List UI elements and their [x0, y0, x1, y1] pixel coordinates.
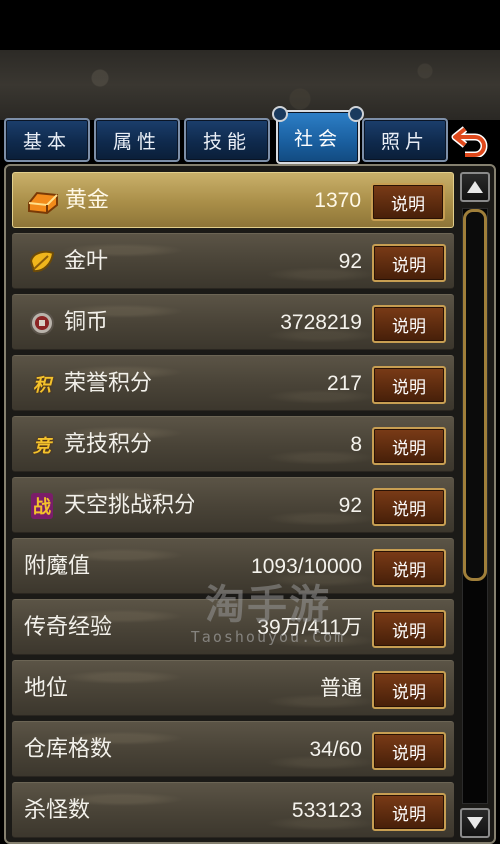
row-value: 1370 — [314, 189, 361, 212]
tab-attributes[interactable]: 属性 — [94, 118, 180, 162]
row-warehouse-slots[interactable]: 仓库格数 34/60 说明 — [12, 721, 454, 777]
info-button[interactable]: 说明 — [372, 488, 446, 526]
info-button[interactable]: 说明 — [372, 732, 446, 770]
tab-basic[interactable]: 基本 — [4, 118, 90, 162]
row-value: 34/60 — [309, 738, 362, 761]
scrollbar[interactable] — [458, 172, 492, 840]
info-button[interactable]: 说明 — [372, 366, 446, 404]
tab-bar: 基本 属性 技能 社会 照片 — [4, 106, 500, 164]
row-value: 39万/411万 — [257, 616, 362, 639]
info-button[interactable]: 说明 — [372, 549, 446, 587]
sky-challenge-icon: 战 — [26, 491, 58, 521]
back-arrow-icon — [451, 126, 488, 157]
info-button[interactable]: 说明 — [372, 305, 446, 343]
row-value: 217 — [326, 372, 362, 395]
row-label: 杀怪数 — [24, 798, 91, 823]
info-button[interactable]: 说明 — [372, 793, 446, 831]
row-label: 铜币 — [64, 310, 109, 335]
row-label: 黄金 — [65, 188, 110, 213]
row-honor-points[interactable]: 积 荣誉积分 217 说明 — [12, 355, 454, 411]
row-value: 8 — [350, 433, 362, 456]
gold-leaf-icon — [26, 247, 58, 277]
top-black-bar — [0, 0, 500, 50]
row-arena-points[interactable]: 竞 竞技积分 8 说明 — [12, 416, 454, 472]
arrow-up-icon — [467, 181, 483, 193]
row-value: 92 — [338, 250, 362, 273]
tab-photo[interactable]: 照片 — [362, 118, 448, 162]
scroll-down-button[interactable] — [460, 808, 490, 838]
row-label: 天空挑战积分 — [64, 493, 194, 518]
row-label: 传奇经验 — [24, 615, 113, 640]
arrow-down-icon — [467, 817, 483, 829]
row-copper-coin[interactable]: 铜币 3728219 说明 — [12, 294, 454, 350]
row-label: 荣誉积分 — [64, 371, 153, 396]
social-panel: 黄金 1370 说明 金叶 92 说明 铜币 3728219 说明 积 荣誉积分… — [4, 164, 496, 844]
row-label: 竞技积分 — [64, 432, 153, 457]
info-button[interactable]: 说明 — [372, 671, 446, 709]
info-button[interactable]: 说明 — [372, 610, 446, 648]
honor-points-icon: 积 — [33, 375, 51, 396]
row-label: 附魔值 — [24, 554, 91, 579]
arena-points-icon: 竞 — [33, 436, 51, 457]
row-value: 3728219 — [280, 311, 362, 334]
row-sky-challenge-points[interactable]: 战 天空挑战积分 92 说明 — [12, 477, 454, 533]
row-value: 533123 — [291, 799, 362, 822]
gold-ingot-icon — [27, 186, 59, 216]
scroll-track[interactable] — [462, 208, 488, 804]
row-gold-leaf[interactable]: 金叶 92 说明 — [12, 233, 454, 289]
stone-header-decoration — [0, 50, 500, 120]
row-value: 1093/10000 — [251, 555, 362, 578]
row-value: 92 — [338, 494, 362, 517]
info-button[interactable]: 说明 — [372, 244, 446, 282]
row-label: 金叶 — [64, 249, 109, 274]
row-label: 地位 — [24, 676, 69, 701]
copper-coin-icon — [26, 308, 58, 338]
row-monster-kills[interactable]: 杀怪数 533123 说明 — [12, 782, 454, 838]
row-value: 普通 — [320, 677, 362, 700]
row-status[interactable]: 地位 普通 说明 — [12, 660, 454, 716]
row-gold[interactable]: 黄金 1370 说明 — [12, 172, 454, 228]
tab-social[interactable]: 社会 — [272, 106, 364, 164]
row-enchant-value[interactable]: 附魔值 1093/10000 说明 — [12, 538, 454, 594]
info-button[interactable]: 说明 — [372, 427, 446, 465]
info-button[interactable]: 说明 — [371, 183, 445, 221]
row-legend-exp[interactable]: 传奇经验 39万/411万 说明 — [12, 599, 454, 655]
scroll-thumb[interactable] — [463, 209, 487, 581]
scroll-up-button[interactable] — [460, 172, 490, 202]
tab-skills[interactable]: 技能 — [184, 118, 270, 162]
row-label: 仓库格数 — [24, 737, 113, 762]
back-button[interactable] — [450, 120, 490, 160]
